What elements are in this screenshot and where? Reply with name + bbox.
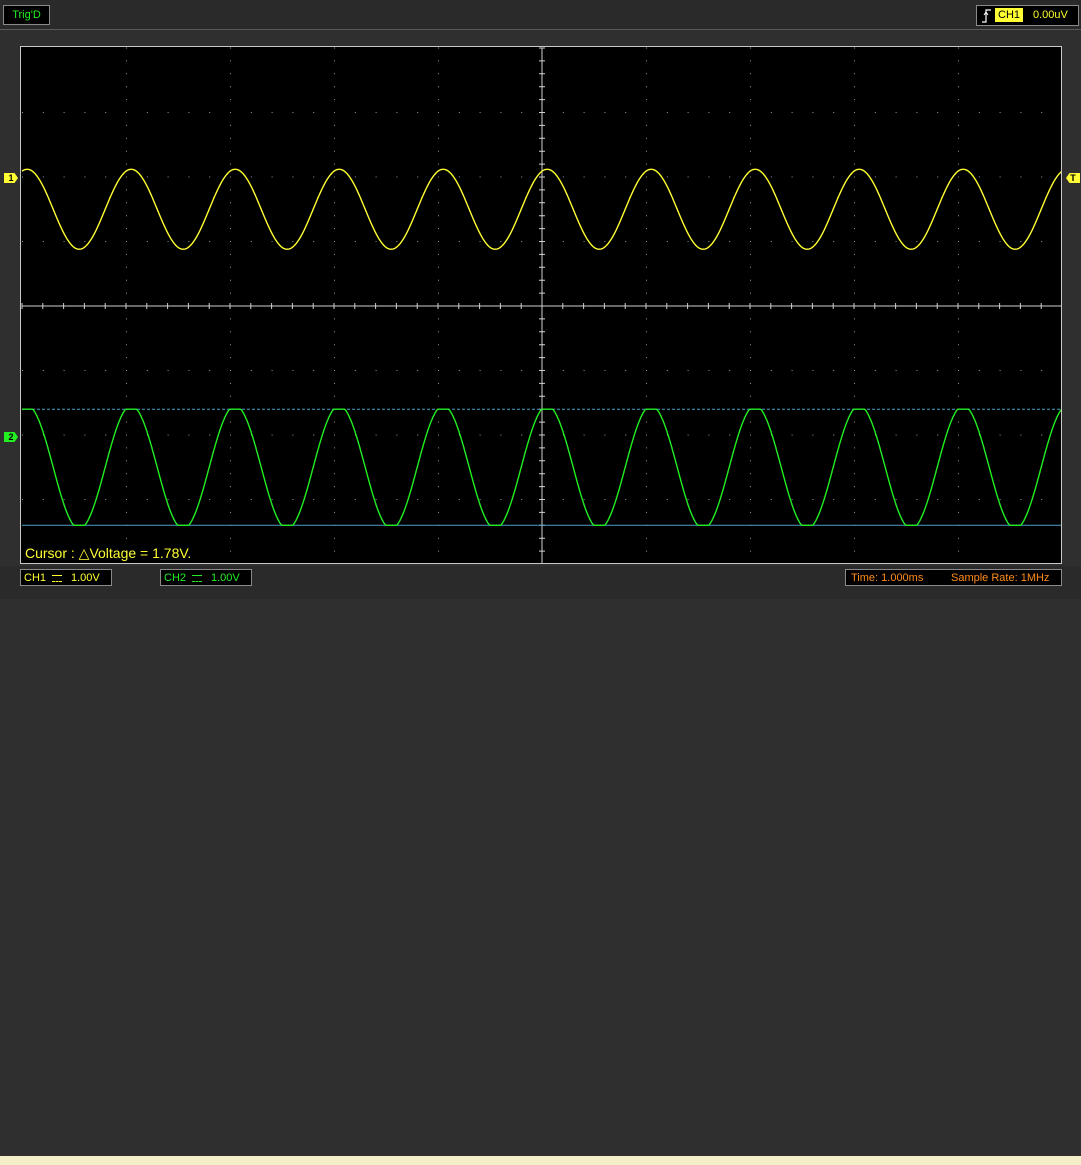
ch1-label: CH1: [24, 572, 47, 584]
ch2-volts-per-div: 1.00V: [211, 572, 240, 584]
ch1-volts-per-div: 1.00V: [71, 572, 100, 584]
ch2-label: CH2: [164, 572, 187, 584]
dc-coupling-icon: [190, 570, 202, 587]
sample-rate: Sample Rate: 1MHz: [951, 572, 1050, 584]
trigger-level: 0.00uV: [1033, 9, 1068, 21]
ch1-marker[interactable]: 1: [4, 173, 18, 183]
trigger-state: Trig'D: [3, 5, 50, 25]
ch2-scale-box[interactable]: CH2 1.00V: [160, 569, 252, 586]
rising-edge-icon: [982, 9, 991, 23]
timebase-box[interactable]: Time: 1.000ms Sample Rate: 1MHz: [845, 569, 1062, 586]
top-toolbar: Trig'D CH1 0.00uV: [0, 0, 1081, 30]
trigger-source: CH1: [995, 8, 1024, 22]
cursor-readout: Cursor : △Voltage = 1.78V.: [25, 545, 192, 561]
waveform-canvas: [21, 47, 1061, 563]
window-bottom-strip: [0, 1156, 1081, 1165]
time-per-div: Time: 1.000ms: [851, 572, 924, 584]
dc-coupling-icon: [50, 570, 62, 587]
trigger-status-panel[interactable]: CH1 0.00uV: [976, 5, 1079, 26]
oscilloscope-display[interactable]: [20, 46, 1062, 564]
bottom-status-bar: CH1 1.00V CH2 1.00V Time: 1.000ms Sample…: [0, 566, 1081, 1165]
ch2-marker[interactable]: 2: [4, 432, 18, 442]
trigger-marker[interactable]: T: [1066, 173, 1080, 183]
ch1-scale-box[interactable]: CH1 1.00V: [20, 569, 112, 586]
